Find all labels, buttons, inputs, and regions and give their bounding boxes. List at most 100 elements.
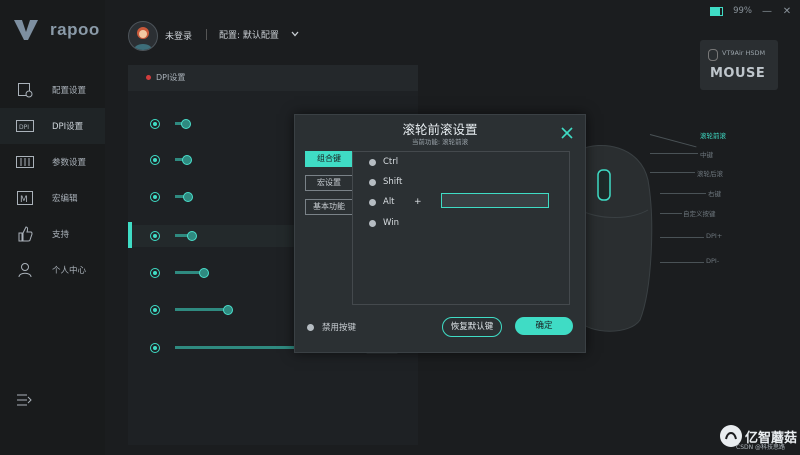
sidebar-item-params[interactable]: 参数设置 (0, 144, 105, 180)
config-selector[interactable]: 配置: 默认配置 (219, 28, 279, 41)
modifier-label: Win (383, 218, 399, 228)
topbar: 未登录 配置: 默认配置 (105, 0, 800, 60)
disable-label: 禁用按键 (322, 323, 357, 333)
tab-basic[interactable]: 基本功能 (305, 199, 353, 215)
svg-text:DPI: DPI (19, 124, 29, 131)
dialog-subtitle: 当前功能: 滚轮前滚 (411, 138, 469, 146)
callout-line (660, 213, 682, 214)
svg-text:M: M (20, 195, 28, 205)
status-dot (146, 75, 151, 80)
callout-middle: 中键 (700, 151, 713, 159)
callout-line (660, 237, 704, 238)
config-icon (16, 82, 34, 98)
macro-icon: M (16, 190, 34, 206)
dpi-slider-knob[interactable] (187, 231, 197, 241)
sidebar-item-label: 个人中心 (52, 266, 87, 276)
device-type: MOUSE (710, 66, 766, 81)
modifier-alt[interactable]: Alt (369, 197, 395, 207)
window-controls: 99% — ✕ (710, 6, 792, 17)
dpi-radio[interactable] (150, 155, 160, 165)
confirm-button[interactable]: 确定 (515, 317, 573, 335)
callout-wheel-forward: 滚轮前滚 (700, 132, 726, 140)
modifier-label: Shift (383, 177, 403, 187)
dpi-radio[interactable] (150, 231, 160, 241)
dialog-tabs: 组合键 宏设置 基本功能 (305, 151, 353, 223)
dpi-slider-knob[interactable] (181, 119, 191, 129)
dpi-icon: DPI (16, 118, 34, 134)
modifier-win[interactable]: Win (369, 218, 399, 228)
brand-logo: rapoo (12, 18, 100, 42)
callout-line (650, 153, 698, 154)
sidebar-item-label: DPI设置 (52, 122, 84, 132)
close-window-button[interactable]: ✕ (782, 6, 792, 17)
watermark-sub: CSDN @科技思路 (736, 444, 786, 451)
sidebar-item-label: 宏编辑 (52, 194, 78, 204)
modifier-radio[interactable] (369, 198, 376, 206)
thumbs-up-icon (16, 226, 34, 242)
tab-combo-key[interactable]: 组合键 (305, 151, 353, 167)
callout-line (649, 134, 697, 148)
dpi-radio[interactable] (150, 343, 160, 353)
callout-dpi-minus: DPI- (706, 257, 720, 265)
sidebar-item-dpi[interactable]: DPI DPI设置 (0, 108, 105, 144)
sidebar-item-label: 配置设置 (52, 86, 87, 96)
device-model: VT9Air HSDM (722, 49, 766, 57)
dpi-panel-title: DPI设置 (156, 73, 186, 82)
menu-icon[interactable] (16, 393, 32, 407)
sidebar-item-macro[interactable]: M 宏编辑 (0, 180, 105, 216)
battery-icon (710, 6, 724, 16)
dpi-panel-header: DPI设置 (128, 65, 418, 91)
dpi-radio[interactable] (150, 192, 160, 202)
battery-level: 99% (733, 6, 752, 16)
sidebar-item-config[interactable]: 配置设置 (0, 72, 105, 108)
user-icon (16, 262, 34, 278)
callout-dpi-plus: DPI+ (706, 232, 723, 240)
wheel-forward-dialog: 滚轮前滚设置 当前功能: 滚轮前滚 组合键 宏设置 基本功能 Ctrl Shif… (294, 114, 586, 353)
callout-line (650, 172, 695, 173)
sidebar-item-support[interactable]: 支持 (0, 216, 105, 252)
disable-radio[interactable] (307, 323, 314, 331)
login-status[interactable]: 未登录 (165, 29, 192, 42)
sidebar-item-label: 支持 (52, 230, 70, 240)
modifier-radio[interactable] (369, 178, 376, 186)
logo-text: rapoo (50, 20, 100, 39)
combo-key-panel: Ctrl Shift Alt Win (352, 151, 570, 305)
modifier-radio[interactable] (369, 158, 376, 166)
disable-key-option[interactable]: 禁用按键 (307, 321, 356, 333)
sidebar: rapoo 配置设置 DPI DPI设置 参数设置 M 宏编辑 支持 个人中心 (0, 0, 105, 455)
callout-line (660, 193, 706, 194)
divider (206, 29, 207, 40)
sidebar-item-profile[interactable]: 个人中心 (0, 252, 105, 288)
dpi-slider-knob[interactable] (182, 155, 192, 165)
callout-wheel-back: 滚轮后滚 (697, 170, 723, 178)
dpi-radio[interactable] (150, 305, 160, 315)
callout-custom: 自定义按键 (683, 210, 716, 218)
dpi-slider-knob[interactable] (199, 268, 209, 278)
callout-right: 右键 (708, 190, 721, 198)
minimize-button[interactable]: — (762, 6, 772, 17)
modifier-radio[interactable] (369, 219, 376, 227)
sidebar-item-label: 参数设置 (52, 158, 87, 168)
dpi-slider-knob[interactable] (183, 192, 193, 202)
avatar[interactable] (128, 21, 158, 51)
mouse-mini-icon (708, 49, 718, 61)
device-badge: VT9Air HSDM MOUSE (700, 40, 778, 90)
dpi-radio[interactable] (150, 268, 160, 278)
modifier-label: Ctrl (383, 157, 399, 167)
plus-sign: + (414, 197, 422, 207)
dpi-radio[interactable] (150, 119, 160, 129)
dpi-slider-knob[interactable] (223, 305, 233, 315)
chevron-down-icon[interactable] (291, 31, 299, 37)
params-icon (16, 154, 34, 170)
key-input[interactable] (441, 193, 549, 208)
modifier-shift[interactable]: Shift (369, 177, 402, 187)
modifier-label: Alt (383, 197, 395, 207)
restore-default-button[interactable]: 恢复默认键 (442, 317, 502, 337)
close-icon[interactable] (561, 127, 573, 139)
sidebar-nav: 配置设置 DPI DPI设置 参数设置 M 宏编辑 支持 个人中心 (0, 72, 105, 288)
selected-indicator (128, 222, 132, 248)
modifier-ctrl[interactable]: Ctrl (369, 157, 398, 167)
rapoo-v-icon (14, 20, 38, 40)
tab-macro[interactable]: 宏设置 (305, 175, 353, 191)
callout-line (660, 262, 704, 263)
